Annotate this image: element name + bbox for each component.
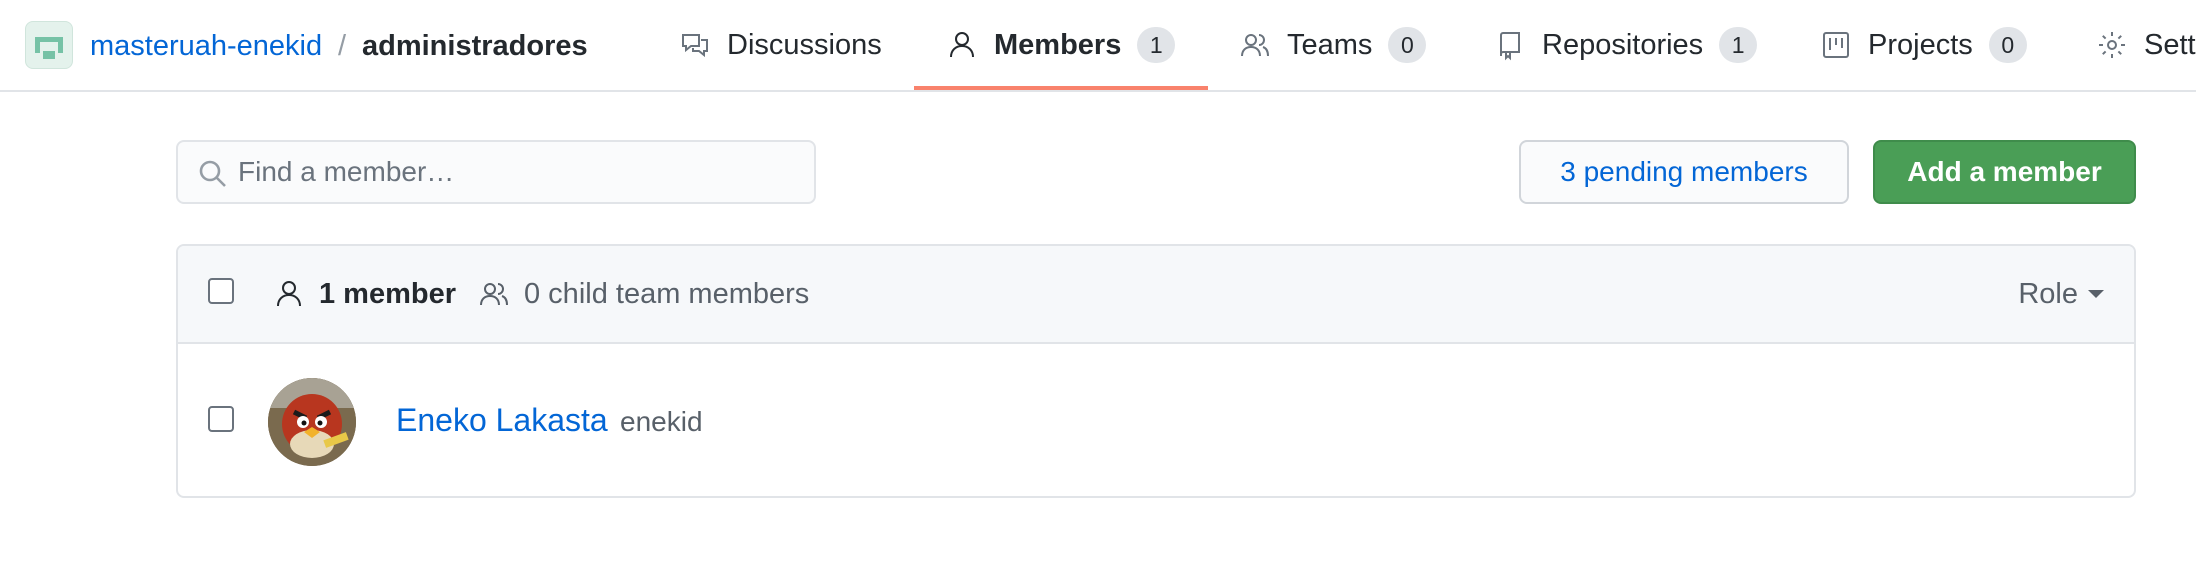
people-icon xyxy=(480,283,508,306)
tab-label: Members xyxy=(994,28,1122,61)
child-team-members: 0 child team members xyxy=(478,276,809,312)
breadcrumb-team-name[interactable]: administradores xyxy=(362,28,588,64)
teams-count-badge: 0 xyxy=(1388,27,1427,63)
member-count: 1 member xyxy=(273,276,456,312)
discussions-icon xyxy=(682,34,708,58)
angry-bird-avatar-icon xyxy=(268,378,356,466)
tab-label: Teams xyxy=(1287,28,1373,61)
select-all-checkbox[interactable] xyxy=(208,278,234,304)
tab-members[interactable]: Members 1 xyxy=(946,22,1176,68)
project-icon xyxy=(1823,32,1849,58)
member-name-link[interactable]: Eneko Lakasta xyxy=(396,402,608,439)
member-login: enekid xyxy=(620,406,703,437)
role-filter-label: Role xyxy=(2018,277,2078,310)
search-icon xyxy=(199,160,226,187)
tab-projects[interactable]: Projects 0 xyxy=(1820,22,2027,68)
tab-settings[interactable]: Sett xyxy=(2096,22,2196,68)
tab-label: Repositories xyxy=(1542,28,1704,61)
tab-discussions[interactable]: Discussions xyxy=(679,22,882,68)
caret-down-icon xyxy=(2088,290,2104,298)
child-team-members-label: 0 child team members xyxy=(524,277,810,310)
tab-teams[interactable]: Teams 0 xyxy=(1239,22,1427,68)
members-count-badge: 1 xyxy=(1137,27,1176,63)
org-avatar[interactable] xyxy=(25,21,73,69)
active-tab-indicator xyxy=(914,86,1208,90)
member-search-input[interactable] xyxy=(238,142,798,202)
pending-members-button[interactable]: 3 pending members xyxy=(1519,140,1849,204)
table-row: Eneko Lakasta enekid xyxy=(178,346,2134,496)
breadcrumb-org-link[interactable]: masteruah-enekid xyxy=(90,28,322,64)
tab-label: Projects xyxy=(1868,28,1973,61)
member-select-checkbox[interactable] xyxy=(208,406,234,432)
projects-count-badge: 0 xyxy=(1988,27,2027,63)
members-list-header: 1 member 0 child team members Role xyxy=(178,246,2134,344)
member-search-box[interactable] xyxy=(176,140,816,204)
person-icon xyxy=(277,281,301,307)
team-header: masteruah-enekid / administradores Discu… xyxy=(0,0,2196,92)
tab-repositories[interactable]: Repositories 1 xyxy=(1494,22,1758,68)
breadcrumb-separator: / xyxy=(338,30,347,62)
people-icon xyxy=(1241,34,1269,57)
avatar[interactable] xyxy=(268,378,356,466)
person-icon xyxy=(950,32,974,58)
add-member-button[interactable]: Add a member xyxy=(1873,140,2136,204)
repo-icon xyxy=(1500,32,1520,61)
role-filter-dropdown[interactable]: Role xyxy=(2018,276,2104,312)
tab-label: Discussions xyxy=(727,28,882,61)
member-count-label: 1 member xyxy=(319,277,457,310)
tab-label: Sett xyxy=(2144,28,2196,61)
gear-icon xyxy=(2099,32,2125,58)
repositories-count-badge: 1 xyxy=(1719,27,1758,63)
members-list: 1 member 0 child team members Role Eneko… xyxy=(176,244,2136,498)
